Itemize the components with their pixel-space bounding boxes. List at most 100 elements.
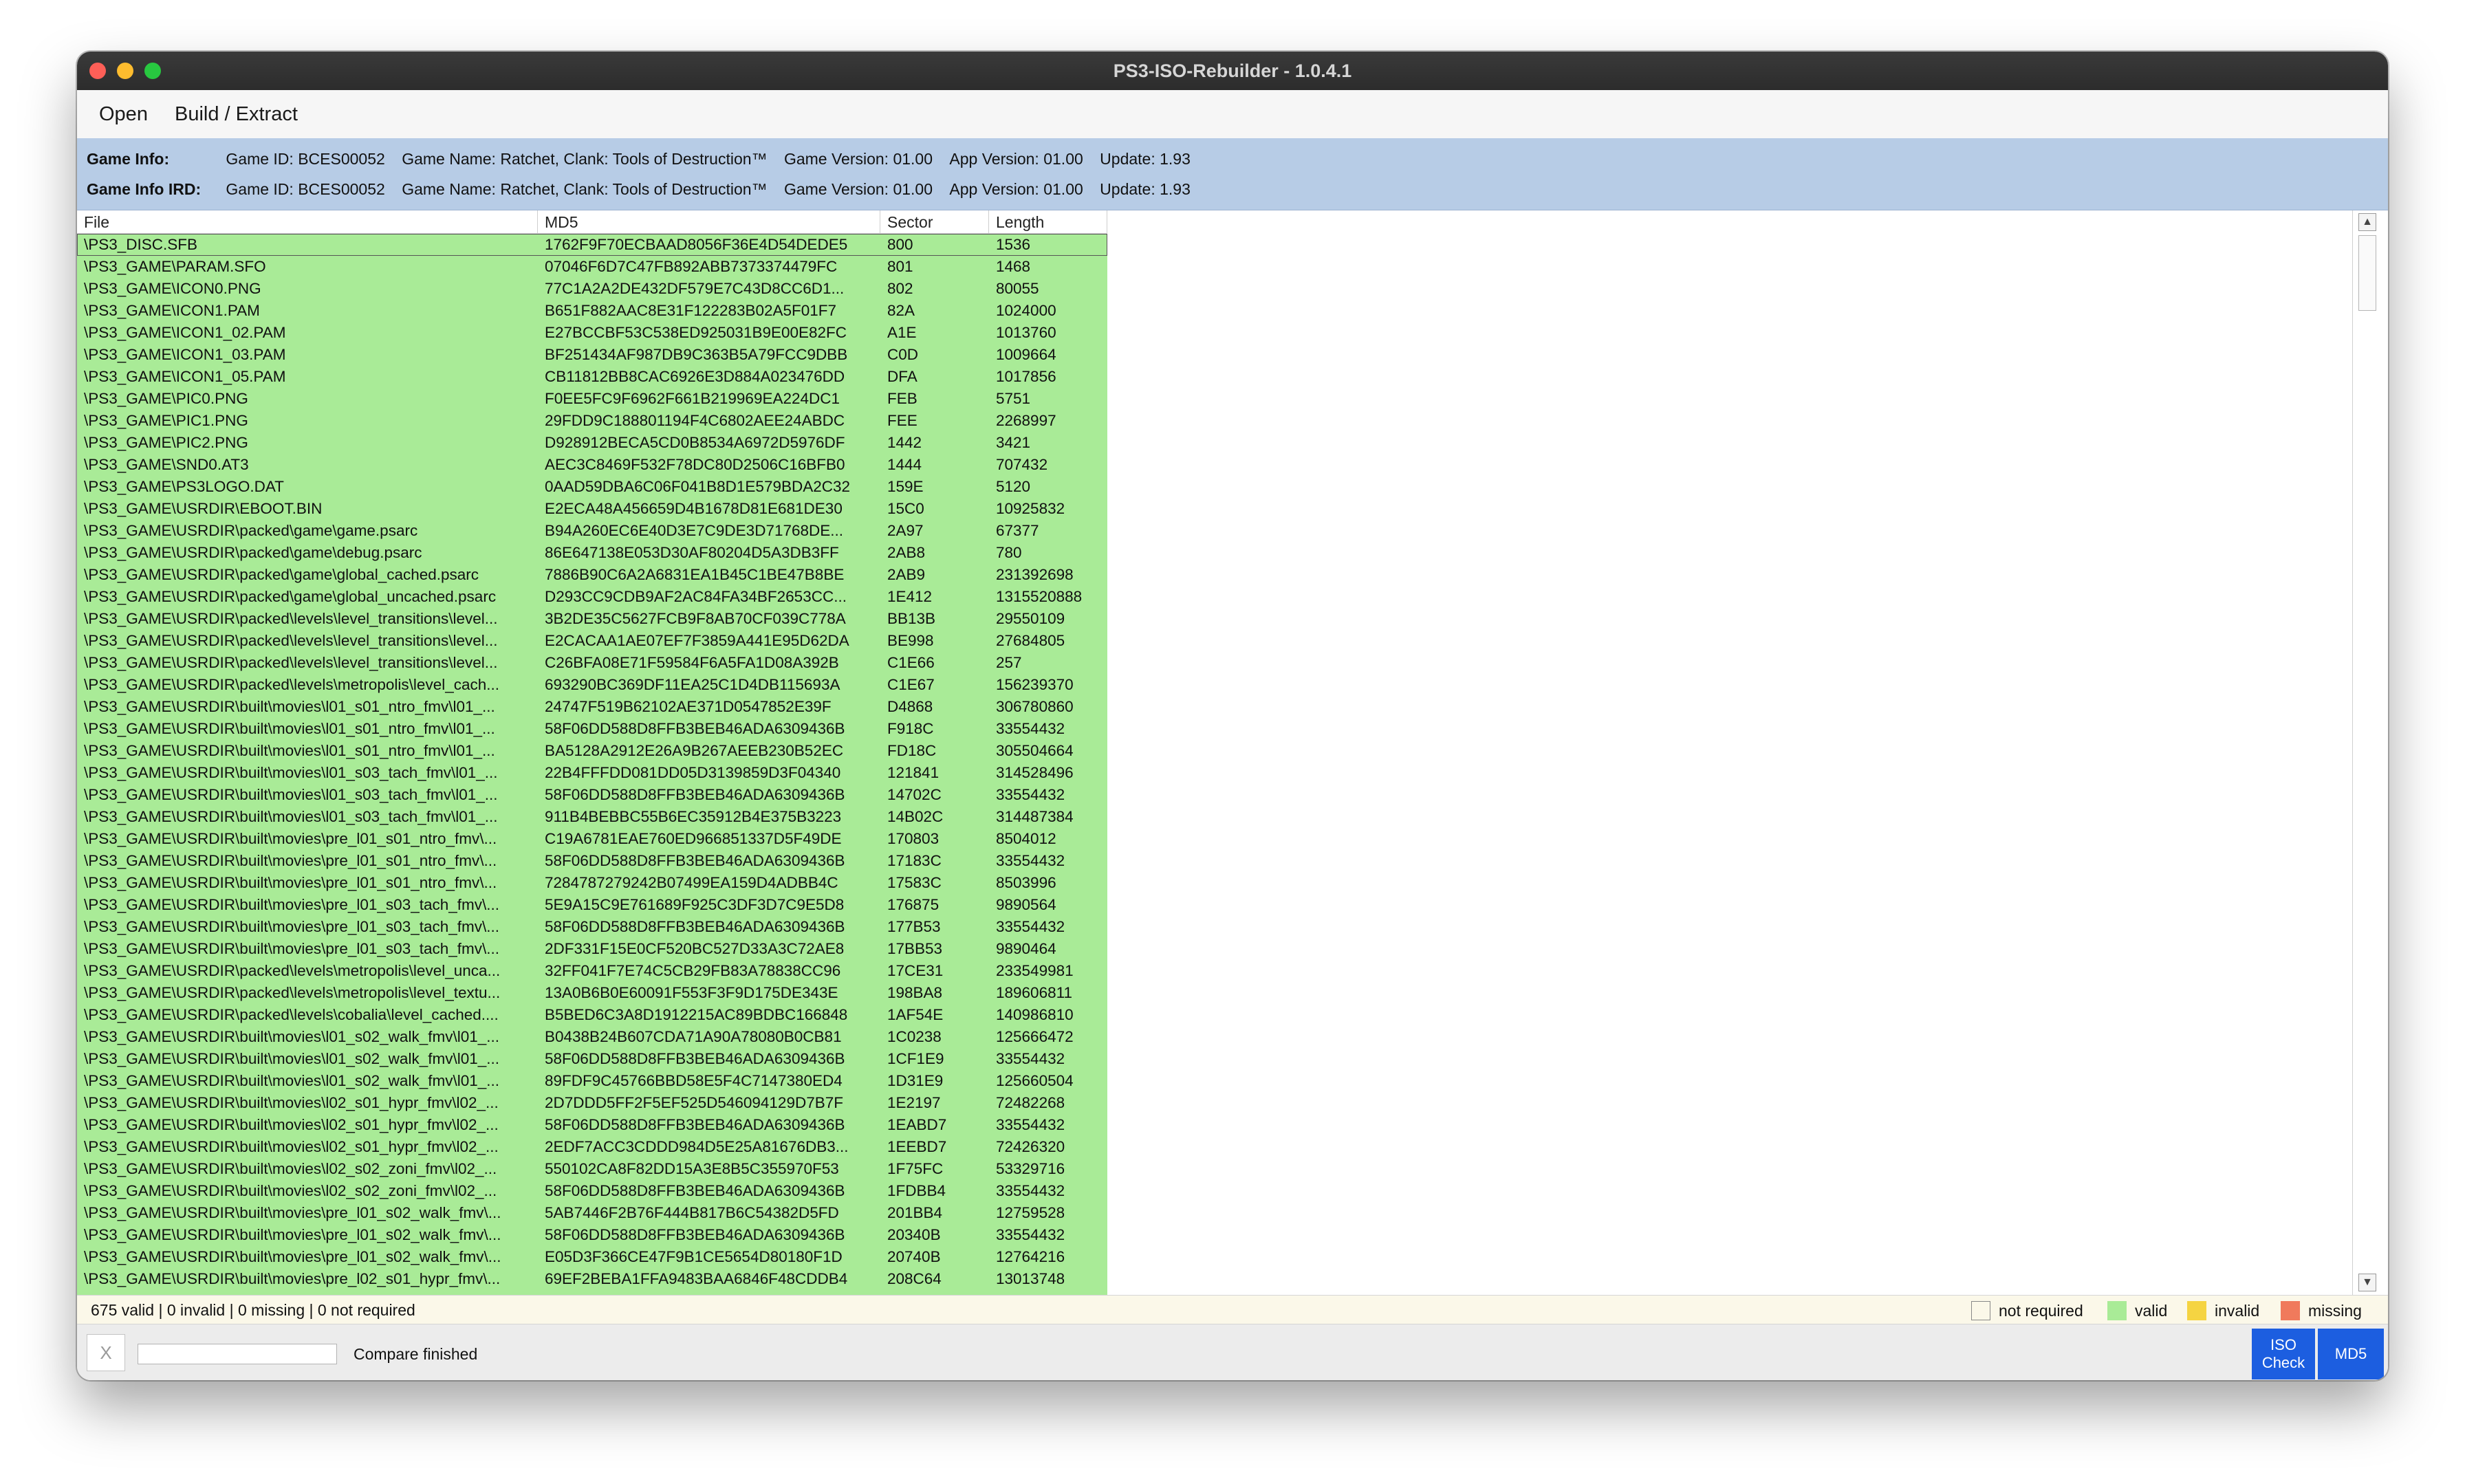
table-row[interactable]: \PS3_GAME\USRDIR\built\movies\l01_s03_ta…	[77, 784, 1107, 806]
table-row[interactable]: \PS3_GAME\USRDIR\built\movies\l01_s03_ta…	[77, 762, 1107, 784]
game-name: Game Name: Ratchet, Clank: Tools of Dest…	[402, 150, 768, 168]
table-row[interactable]: \PS3_GAME\USRDIR\packed\levels\cobalia\l…	[77, 1004, 1107, 1026]
legend-swatch-invalid	[2187, 1301, 2206, 1320]
table-row[interactable]: \PS3_GAME\USRDIR\packed\levels\metropoli…	[77, 674, 1107, 696]
table-row[interactable]: \PS3_GAME\USRDIR\built\movies\l01_s03_ta…	[77, 806, 1107, 828]
cell-file: \PS3_GAME\USRDIR\built\movies\l01_s01_nt…	[84, 698, 495, 715]
table-row[interactable]: \PS3_GAME\USRDIR\built\movies\pre_l01_s0…	[77, 894, 1107, 916]
table-row[interactable]: \PS3_GAME\USRDIR\built\movies\l02_s01_hy…	[77, 1092, 1107, 1114]
table-row[interactable]: \PS3_GAME\USRDIR\built\movies\pre_l01_s0…	[77, 828, 1107, 850]
cell-length: 1013760	[996, 324, 1056, 341]
column-header-file[interactable]: File	[77, 210, 538, 234]
table-row[interactable]: \PS3_GAME\PS3LOGO.DAT 0AAD59DBA6C06F041B8…	[77, 476, 1107, 498]
cell-sector: 170803	[887, 830, 940, 847]
table-row[interactable]: \PS3_GAME\PIC2.PNG D928912BECA5CD0B8534A6…	[77, 432, 1107, 454]
table-row[interactable]: \PS3_GAME\USRDIR\packed\levels\metropoli…	[77, 982, 1107, 1004]
cell-md5: 22B4FFFDD081DD05D3139859D3F04340	[545, 764, 841, 781]
table-row[interactable]: \PS3_GAME\USRDIR\built\movies\l02_s01_hy…	[77, 1114, 1107, 1136]
table-row[interactable]: \PS3_GAME\PARAM.SFO 07046F6D7C47FB892ABB7…	[77, 256, 1107, 278]
cell-file: \PS3_GAME\USRDIR\built\movies\pre_l01_s0…	[84, 852, 497, 869]
cell-sector: FEB	[887, 390, 917, 407]
cell-sector: 20740B	[887, 1248, 941, 1265]
cell-length: 72426320	[996, 1138, 1065, 1155]
cell-sector: 1C0238	[887, 1028, 942, 1045]
column-header-md5[interactable]: MD5	[538, 210, 880, 234]
cell-sector: 17183C	[887, 852, 942, 869]
cell-sector: 2AB8	[887, 544, 926, 561]
table-row[interactable]: \PS3_GAME\USRDIR\built\movies\pre_l01_s0…	[77, 1202, 1107, 1224]
cell-md5: 58F06DD588D8FFB3BEB46ADA6309436B	[545, 1116, 845, 1133]
table-row[interactable]: \PS3_GAME\USRDIR\built\movies\pre_l01_s0…	[77, 916, 1107, 938]
file-table: File MD5 Sector Length \PS3_DISC.SFB 1762…	[77, 210, 2388, 1295]
table-row[interactable]: \PS3_GAME\USRDIR\packed\levels\level_tra…	[77, 608, 1107, 630]
scroll-down-icon[interactable]: ▼	[2358, 1274, 2376, 1291]
table-row[interactable]: \PS3_GAME\USRDIR\packed\game\debug.psarc…	[77, 542, 1107, 564]
table-row[interactable]: \PS3_GAME\USRDIR\built\movies\l01_s01_nt…	[77, 740, 1107, 762]
table-row[interactable]: \PS3_GAME\SND0.AT3 AEC3C8469F532F78DC80D2…	[77, 454, 1107, 476]
table-row[interactable]: \PS3_GAME\PIC1.PNG 29FDD9C188801194F4C680…	[77, 410, 1107, 432]
table-row[interactable]: \PS3_GAME\USRDIR\built\movies\l01_s01_nt…	[77, 696, 1107, 718]
cell-length: 33554432	[996, 1116, 1065, 1133]
table-row[interactable]: \PS3_GAME\USRDIR\packed\levels\level_tra…	[77, 652, 1107, 674]
legend-swatch-not-required	[1971, 1301, 1990, 1320]
cell-file: \PS3_GAME\USRDIR\built\movies\l02_s01_hy…	[84, 1138, 499, 1155]
menu-open[interactable]: Open	[99, 90, 148, 138]
column-header-sector[interactable]: Sector	[880, 210, 989, 234]
table-row[interactable]: \PS3_GAME\USRDIR\built\movies\l01_s01_nt…	[77, 718, 1107, 740]
cancel-button[interactable]: X	[87, 1334, 125, 1371]
ird-game-version: Game Version: 01.00	[783, 180, 933, 198]
md5-button[interactable]: MD5	[2318, 1329, 2384, 1379]
cell-md5: 13A0B6B0E60091F553F3F9D175DE343E	[545, 984, 838, 1001]
table-row[interactable]: \PS3_GAME\ICON1_02.PAM E27BCCBF53C538ED92…	[77, 322, 1107, 344]
table-row[interactable]: \PS3_GAME\USRDIR\built\movies\l02_s02_zo…	[77, 1158, 1107, 1180]
cell-sector: FEE	[887, 412, 917, 429]
table-row[interactable]: \PS3_GAME\USRDIR\built\movies\pre_l01_s0…	[77, 1246, 1107, 1268]
table-row[interactable]: \PS3_GAME\USRDIR\built\movies\pre_l01_s0…	[77, 850, 1107, 872]
cell-file: \PS3_GAME\USRDIR\packed\game\debug.psarc	[84, 544, 422, 561]
column-header-length[interactable]: Length	[989, 210, 1107, 234]
table-row[interactable]: \PS3_GAME\USRDIR\packed\game\global_unca…	[77, 586, 1107, 608]
scrollbar-thumb[interactable]	[2358, 235, 2376, 311]
scroll-up-icon[interactable]: ▲	[2358, 213, 2376, 231]
table-row[interactable]: \PS3_GAME\USRDIR\built\movies\l01_s02_wa…	[77, 1026, 1107, 1048]
table-row[interactable]: \PS3_GAME\USRDIR\built\movies\l02_s02_zo…	[77, 1180, 1107, 1202]
table-row[interactable]: \PS3_GAME\ICON1_05.PAM CB11812BB8CAC6926E…	[77, 366, 1107, 388]
vertical-scrollbar[interactable]: ▲ ▼	[2352, 210, 2383, 1295]
table-row[interactable]: \PS3_GAME\USRDIR\built\movies\l01_s02_wa…	[77, 1070, 1107, 1092]
iso-check-button[interactable]: ISO Check	[2252, 1329, 2315, 1379]
table-row[interactable]: \PS3_GAME\USRDIR\packed\levels\level_tra…	[77, 630, 1107, 652]
cell-sector: C1E66	[887, 654, 935, 671]
table-row[interactable]: \PS3_GAME\ICON1.PAM B651F882AAC8E31F12228…	[77, 300, 1107, 322]
table-row[interactable]: \PS3_GAME\USRDIR\built\movies\pre_l01_s0…	[77, 1224, 1107, 1246]
cell-sector: 1E412	[887, 588, 933, 605]
cell-file: \PS3_GAME\USRDIR\built\movies\l02_s02_zo…	[84, 1182, 497, 1199]
table-row[interactable]: \PS3_GAME\USRDIR\packed\game\game.psarc B…	[77, 520, 1107, 542]
cell-md5: 911B4BEBBC55B6EC35912B4E375B3223	[545, 808, 842, 825]
cell-file: \PS3_GAME\USRDIR\built\movies\l01_s03_ta…	[84, 786, 498, 803]
cell-length: 3421	[996, 434, 1031, 451]
cell-length: 33554432	[996, 918, 1065, 935]
cell-length: 314487384	[996, 808, 1074, 825]
table-row[interactable]: \PS3_GAME\USRDIR\built\movies\l02_s01_hy…	[77, 1136, 1107, 1158]
menu-build-extract[interactable]: Build / Extract	[175, 90, 298, 138]
table-row[interactable]: \PS3_GAME\USRDIR\packed\levels\metropoli…	[77, 960, 1107, 982]
table-row[interactable]: \PS3_GAME\USRDIR\EBOOT.BIN E2ECA48A456659…	[77, 498, 1107, 520]
table-row[interactable]: \PS3_GAME\USRDIR\built\movies\pre_l01_s0…	[77, 872, 1107, 894]
cell-sector: BE998	[887, 632, 934, 649]
cell-md5: CB11812BB8CAC6926E3D884A023476DD	[545, 368, 845, 385]
table-row[interactable]: \PS3_GAME\PIC0.PNG F0EE5FC9F6962F661B2199…	[77, 388, 1107, 410]
cell-length: 140986810	[996, 1006, 1074, 1023]
table-row[interactable]: \PS3_GAME\USRDIR\packed\game\global_cach…	[77, 564, 1107, 586]
table-row[interactable]: \PS3_GAME\USRDIR\built\movies\l01_s02_wa…	[77, 1048, 1107, 1070]
table-row[interactable]: \PS3_GAME\ICON0.PNG 77C1A2A2DE432DF579E7C…	[77, 278, 1107, 300]
cell-length: 10925832	[996, 500, 1065, 517]
table-row[interactable]: \PS3_GAME\USRDIR\built\movies\pre_l02_s0…	[77, 1268, 1107, 1290]
cell-sector: 177B53	[887, 918, 941, 935]
cell-file: \PS3_GAME\USRDIR\packed\levels\metropoli…	[84, 676, 499, 693]
table-row[interactable]: \PS3_GAME\ICON1_03.PAM BF251434AF987DB9C3…	[77, 344, 1107, 366]
cell-sector: 1EABD7	[887, 1116, 947, 1133]
cell-file: \PS3_GAME\USRDIR\packed\levels\level_tra…	[84, 632, 498, 649]
cell-md5: BF251434AF987DB9C363B5A79FCC9DBB	[545, 346, 848, 363]
table-row[interactable]: \PS3_GAME\USRDIR\built\movies\pre_l01_s0…	[77, 938, 1107, 960]
table-row[interactable]: \PS3_DISC.SFB 1762F9F70ECBAAD8056F36E4D54…	[77, 234, 1107, 256]
